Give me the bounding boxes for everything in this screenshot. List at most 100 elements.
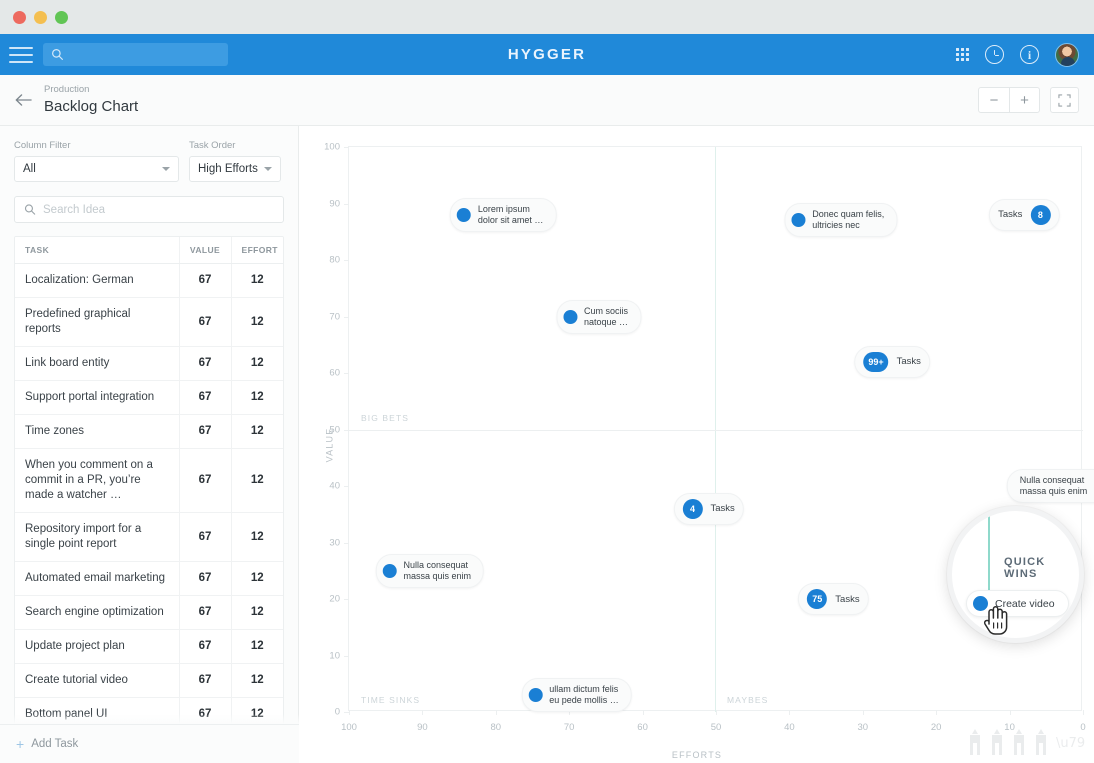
- lens-bubble-create-video[interactable]: Create video: [966, 590, 1069, 617]
- task-effort-cell: 12: [230, 448, 283, 513]
- x-axis-label: EFFORTS: [671, 750, 723, 760]
- backlog-chart: VALUE EFFORTS 100 90 80 70 60 50 40 30 20 10 0 100 9…: [300, 126, 1094, 763]
- breadcrumb: Production Backlog Chart: [44, 84, 138, 116]
- cluster-label: Tasks: [835, 593, 860, 605]
- fullscreen-button[interactable]: [1050, 87, 1079, 113]
- bubble-label: ullam dictum felis eu pede mollis …: [549, 684, 619, 706]
- window-close-button[interactable]: [13, 10, 26, 24]
- y-axis-tick: 40: [329, 480, 340, 492]
- cluster-label: Tasks: [998, 209, 1023, 221]
- chart-bubble[interactable]: Cum sociis natoque …: [556, 299, 642, 334]
- bubble-label: Nulla consequat massa quis enim: [1020, 475, 1088, 497]
- clock-icon[interactable]: [985, 45, 1004, 64]
- quadrant-horizontal-divider: [349, 430, 1083, 431]
- task-value-cell: 67: [178, 263, 231, 298]
- window-maximize-button[interactable]: [55, 10, 68, 24]
- bubble-label: Donec quam felis, ultricies nec: [812, 209, 884, 231]
- cluster-count-badge: 99+: [863, 351, 889, 372]
- table-row[interactable]: Time zones 67 12: [15, 414, 283, 449]
- add-task-button[interactable]: + Add Task: [0, 724, 299, 763]
- chart-cluster-pill[interactable]: 75 Tasks: [798, 583, 869, 615]
- table-row[interactable]: Predefined graphical reports 67 12: [15, 297, 283, 347]
- chart-cluster-pill[interactable]: 4 Tasks: [673, 492, 744, 525]
- app-window: HYGGER i Production Backlog Chart − + Co…: [0, 0, 1094, 763]
- bubble-label: Lorem ipsum dolor sit amet …: [478, 204, 544, 226]
- x-axis-tick-mark: [936, 710, 938, 715]
- task-table: TASK VALUE EFFORT Localization: German 67…: [14, 236, 284, 763]
- window-titlebar: [0, 0, 1094, 34]
- search-idea-input[interactable]: [43, 203, 274, 216]
- x-axis-tick: 20: [930, 722, 942, 733]
- bubble-label-line2: natoque …: [584, 316, 629, 327]
- y-axis-tick-mark: [344, 260, 349, 261]
- x-axis-tick-mark: [495, 710, 497, 715]
- chart-cluster-pill[interactable]: 99+ Tasks: [854, 345, 930, 378]
- y-axis-tick: 30: [329, 537, 340, 548]
- y-axis-tick-mark: [344, 373, 349, 374]
- table-row[interactable]: Localization: German 67 12: [15, 263, 283, 298]
- task-name-cell: Localization: German: [15, 263, 179, 298]
- x-axis-tick: 40: [784, 722, 795, 733]
- fullscreen-icon: [1058, 93, 1071, 107]
- x-axis-tick: 50: [710, 722, 722, 733]
- quadrant-label-time-sinks: TIME SINKS: [361, 695, 421, 705]
- info-icon[interactable]: i: [1020, 45, 1039, 64]
- x-axis-tick-mark: [642, 710, 644, 715]
- task-value-cell: 67: [178, 561, 231, 596]
- table-row[interactable]: Create tutorial video 67 12: [15, 663, 283, 698]
- y-axis-tick-mark: [344, 147, 349, 148]
- quadrant-label-maybes: MAYBES: [727, 695, 769, 705]
- sidebar-filters: Column Filter All Task Order High Effort…: [0, 126, 298, 182]
- avatar[interactable]: [1055, 42, 1079, 67]
- bubble-label: Cum sociis natoque …: [584, 306, 628, 328]
- task-order-value: High Efforts: [198, 163, 258, 175]
- quadrant-label-big-bets: BIG BETS: [361, 413, 410, 423]
- bubble-label-line2: ultricies nec: [812, 220, 860, 231]
- search-idea-field[interactable]: [14, 196, 284, 223]
- chart-bubble[interactable]: ullam dictum felis eu pede mollis …: [521, 678, 632, 713]
- search-icon: [24, 204, 36, 215]
- task-name-cell: Repository import for a single point rep…: [15, 512, 179, 562]
- chart-cluster-pill[interactable]: 8 Tasks: [989, 198, 1060, 231]
- table-row[interactable]: When you comment on a commit in a PR, yo…: [15, 448, 283, 513]
- x-axis-tick-mark: [1009, 710, 1011, 715]
- chart-bubble[interactable]: Lorem ipsum dolor sit amet …: [449, 197, 557, 232]
- table-row[interactable]: Update project plan 67 12: [15, 629, 283, 664]
- zoom-out-button[interactable]: −: [979, 88, 1009, 112]
- task-effort-cell: 12: [230, 561, 283, 596]
- task-value-cell: 67: [178, 512, 231, 562]
- zoom-in-button[interactable]: +: [1009, 88, 1039, 112]
- task-effort-cell: 12: [230, 297, 283, 347]
- column-filter-select[interactable]: All: [14, 156, 179, 182]
- table-row[interactable]: Repository import for a single point rep…: [15, 512, 283, 562]
- task-value-cell: 67: [178, 297, 231, 347]
- table-row[interactable]: Search engine optimization 67 12: [15, 595, 283, 630]
- x-axis-tick: 90: [417, 722, 428, 733]
- chart-bubble[interactable]: Donec quam felis, ultricies nec: [784, 203, 898, 238]
- table-row[interactable]: Automated email marketing 67 12: [15, 561, 283, 596]
- table-row[interactable]: Support portal integration 67 12: [15, 380, 283, 415]
- cluster-count-badge: 75: [807, 589, 828, 609]
- task-name-cell: Search engine optimization: [15, 595, 179, 630]
- bubble-label-line1: Cum sociis: [584, 305, 629, 316]
- zoom-control-group: − +: [978, 87, 1040, 113]
- x-axis-tick: 30: [857, 722, 869, 733]
- y-axis-tick: 20: [329, 593, 340, 605]
- y-axis-tick-mark: [344, 542, 349, 544]
- page-title: Backlog Chart: [44, 98, 139, 115]
- y-axis-tick: 100: [324, 141, 340, 153]
- breadcrumb-parent[interactable]: Production: [44, 84, 138, 96]
- table-header-row: TASK VALUE EFFORT: [15, 237, 283, 264]
- app-toolbar: HYGGER i: [0, 34, 1094, 75]
- bubble-dot-icon: [791, 213, 806, 228]
- chart-bubble[interactable]: Nulla consequat massa quis enim: [375, 553, 484, 588]
- window-minimize-button[interactable]: [34, 10, 47, 24]
- x-axis-tick-mark: [349, 710, 350, 715]
- task-order-select[interactable]: High Efforts: [189, 156, 281, 182]
- back-arrow-icon[interactable]: [12, 89, 34, 111]
- table-row[interactable]: Link board entity 67 12: [15, 346, 283, 381]
- column-header-effort[interactable]: EFFORT: [230, 237, 283, 264]
- chart-bubble[interactable]: Nulla consequat massa quis enim: [1006, 469, 1094, 503]
- column-header-task[interactable]: TASK: [15, 237, 179, 264]
- column-header-value[interactable]: VALUE: [178, 237, 231, 264]
